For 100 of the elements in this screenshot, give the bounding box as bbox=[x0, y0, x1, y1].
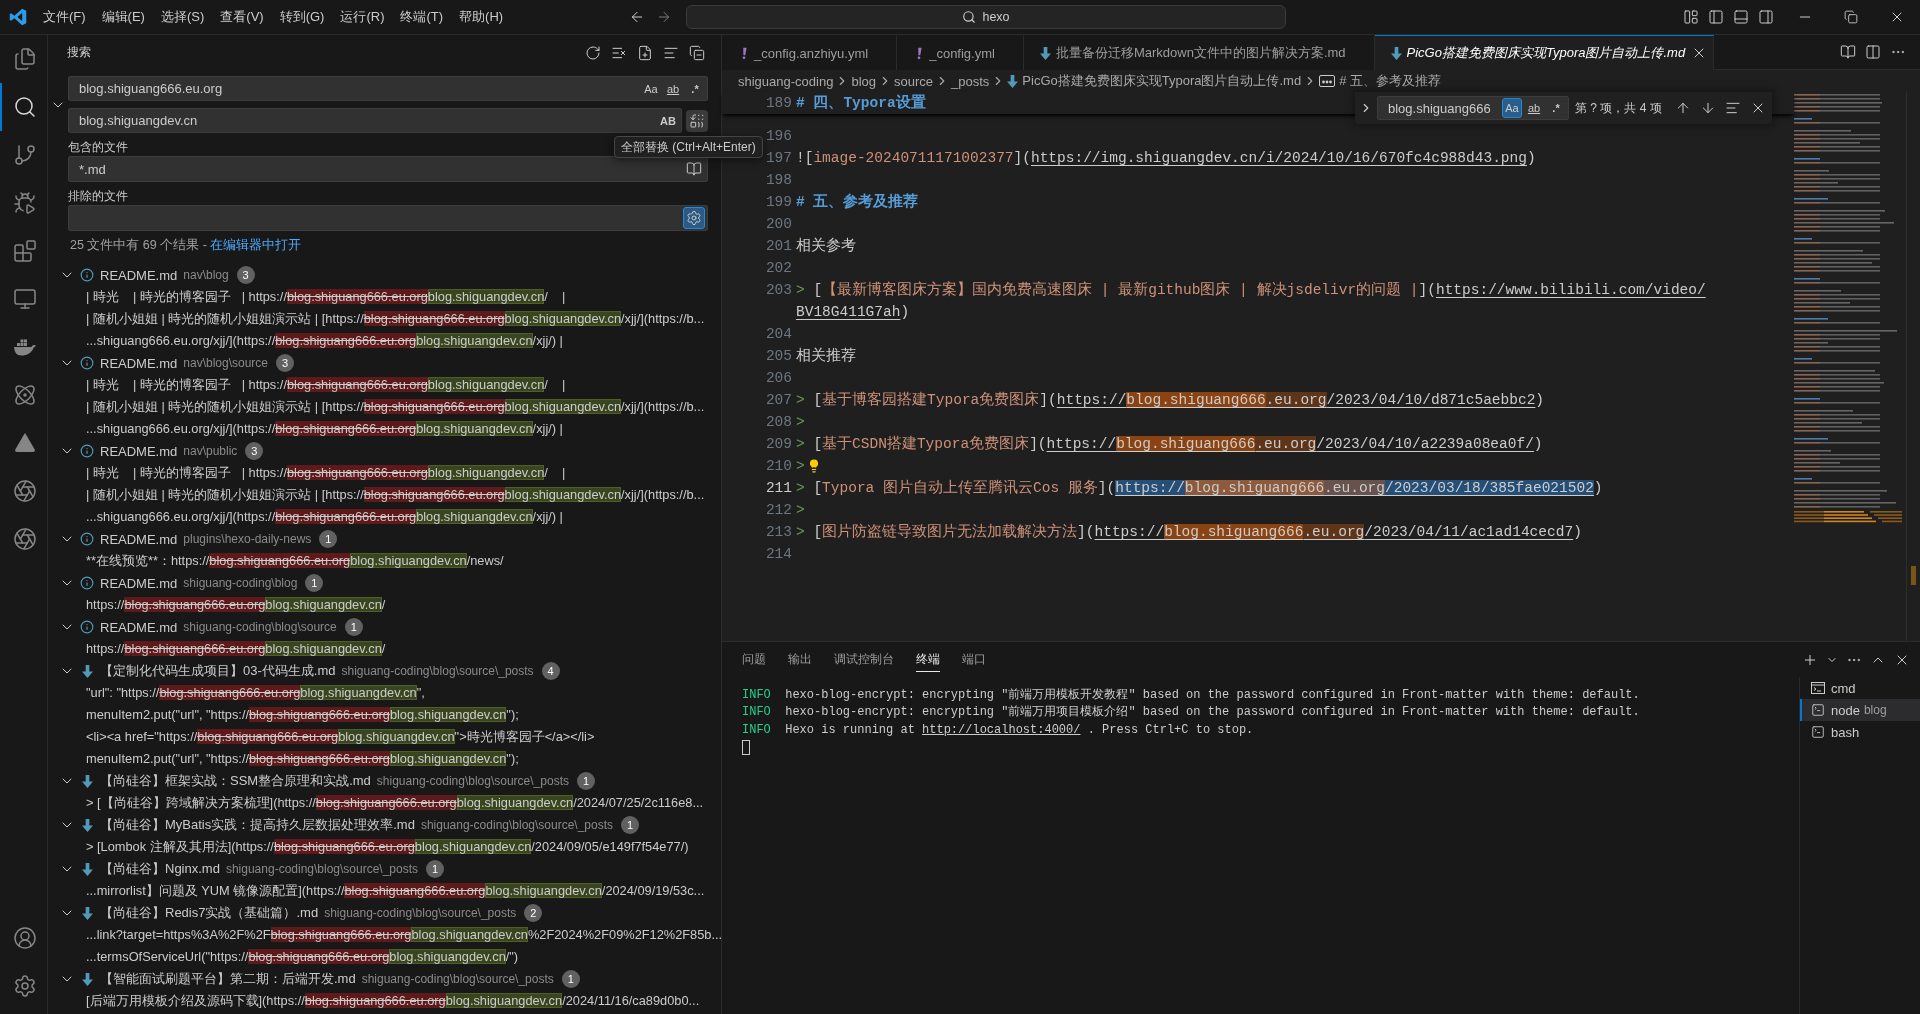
match-line[interactable]: https://blog.shiguang666.eu.orgblog.shiguangdev.cn/ bbox=[48, 594, 721, 616]
lines-icon[interactable] bbox=[1725, 100, 1741, 116]
match-line[interactable]: | 随机小姐姐 | 時光的随机小姐姐演示站 | [https://blog.shiguang666.eu.orgblog.shiguangdev.cn/xjj/](https://b... bbox=[48, 396, 721, 418]
search-field[interactable]: blog.shiguang666.eu.org Aa ab .* bbox=[68, 76, 708, 101]
match-line[interactable]: ...shiguang666.eu.org/xjj/](https://blog.shiguang666.eu.orgblog.shiguangdev.cn/xjj/) | bbox=[48, 418, 721, 440]
match-line[interactable]: [后端万用模板介绍及源码下载](https://blog.shiguang666.eu.orgblog.shiguangdev.cn/2024/11/16/ca89d0b0... bbox=[48, 990, 721, 1012]
match-line[interactable]: https://blog.shiguang666.eu.orgblog.shiguangdev.cn/ bbox=[48, 638, 721, 660]
panel-tab[interactable]: 输出 bbox=[788, 647, 812, 672]
file-name[interactable]: 【尚硅谷】Redis7实战（基础篇）.md bbox=[100, 904, 319, 922]
file-name[interactable]: 【尚硅谷】MyBatis实践：提高持久层数据处理效率.md bbox=[100, 816, 415, 834]
open-in-editor-link[interactable]: 在编辑器中打开 bbox=[210, 238, 302, 252]
match-line[interactable]: > [【尚硅谷】跨域解决方案梳理](https://blog.shiguang666.eu.orgblog.shiguangdev.cn/2024/07/25/2c116e8... bbox=[48, 792, 721, 814]
replace-input[interactable]: blog.shiguangdev.cn bbox=[79, 111, 656, 130]
exclude-field[interactable] bbox=[68, 205, 708, 231]
match-line[interactable]: | 時光 | 時光的博客园子 | https://blog.shiguang666.eu.orgblog.shiguangdev.cn/ | bbox=[48, 286, 721, 308]
panel-tab[interactable]: 调试控制台 bbox=[834, 647, 894, 672]
panel-tab[interactable]: 终端 bbox=[916, 647, 940, 672]
menu-item[interactable]: 终端(T) bbox=[392, 5, 452, 29]
file-name[interactable]: 【尚硅谷】Nginx.md bbox=[100, 860, 220, 878]
breadcrumb-item[interactable]: # 五、参考及推荐 bbox=[1319, 72, 1441, 90]
breadcrumb-item[interactable]: blog bbox=[851, 73, 876, 89]
panel-bottom-icon[interactable] bbox=[1732, 9, 1749, 25]
line-number: 204 bbox=[765, 325, 792, 344]
regex-toggle[interactable]: .* bbox=[685, 78, 705, 99]
menu-item[interactable]: 文件(F) bbox=[35, 5, 94, 29]
match-case-toggle[interactable]: Aa bbox=[1502, 98, 1522, 118]
match-line[interactable]: "url": "https://blog.shiguang666.eu.orgblog.shiguangdev.cn", bbox=[48, 682, 721, 704]
terminal-line: INFO hexo-blog-encrypt: encrypting "前端万用模板开发教程" based on the password configured in Front-matter with theme: default. bbox=[742, 687, 1641, 704]
file-name[interactable]: README.md bbox=[100, 267, 178, 283]
line-number: 199 bbox=[765, 193, 792, 212]
restore-icon[interactable] bbox=[1844, 10, 1858, 24]
breadcrumb-item[interactable]: shiguang-coding bbox=[738, 73, 834, 89]
preserve-case-toggle[interactable]: AB bbox=[657, 110, 679, 131]
match-line[interactable]: | 時光 | 時光的博客园子 | https://blog.shiguang666.eu.orgblog.shiguangdev.cn/ | bbox=[48, 462, 721, 484]
menu-item[interactable]: 查看(V) bbox=[212, 5, 272, 29]
file-name[interactable]: README.md bbox=[100, 355, 178, 371]
panel-tab[interactable]: 问题 bbox=[742, 647, 766, 672]
file-name[interactable]: 【尚硅谷】框架实战：SSM整合原理和实战.md bbox=[100, 772, 371, 790]
results-summary: 25 文件中有 69 个结果 - 在编辑器中打开 bbox=[69, 237, 303, 254]
split-editor-icon[interactable] bbox=[1865, 44, 1881, 60]
line-number: 208 bbox=[765, 413, 792, 432]
match-line[interactable]: | 随机小姐姐 | 時光的随机小姐姐演示站 | [https://blog.shiguang666.eu.orgblog.shiguangdev.cn/xjj/](https://b... bbox=[48, 308, 721, 330]
file-name[interactable]: 【智能面试刷题平台】第二期：后端开发.md bbox=[100, 970, 356, 988]
regex-toggle[interactable]: .* bbox=[1546, 98, 1566, 118]
match-line[interactable]: > [Lombok 注解及其用法](https://blog.shiguang666.eu.orgblog.shiguangdev.cn/2024/09/05/e149f7f54e77/) bbox=[48, 836, 721, 858]
menu-item[interactable]: 运行(R) bbox=[332, 5, 393, 29]
match-line[interactable]: menuItem2.put("url", "https://blog.shiguang666.eu.orgblog.shiguangdev.cn"); bbox=[48, 704, 721, 726]
match-line[interactable]: <li><a href="https://blog.shiguang666.eu.orgblog.shiguangdev.cn">時光博客园子</a></li> bbox=[48, 726, 721, 748]
find-input[interactable]: blog.shiguang666 bbox=[1388, 99, 1500, 117]
menu-item[interactable]: 编辑(E) bbox=[93, 5, 153, 29]
whole-word-toggle[interactable]: ab bbox=[1524, 98, 1544, 118]
file-name[interactable]: README.md bbox=[100, 619, 178, 635]
panel-right-icon[interactable] bbox=[1757, 9, 1774, 25]
match-line[interactable]: | 随机小姐姐 | 時光的随机小姐姐演示站 | [https://blog.shiguang666.eu.orgblog.shiguangdev.cn/xjj/](https://b... bbox=[48, 484, 721, 506]
include-input[interactable]: *.md bbox=[79, 160, 681, 178]
match-line[interactable]: **在线预览**：https://blog.shiguang666.eu.orgblog.shiguangdev.cn/news/ bbox=[48, 550, 721, 572]
match-line[interactable]: menuItem2.put("url", "https://blog.shiguang666.eu.orgblog.shiguangdev.cn"); bbox=[48, 748, 721, 770]
file-name[interactable]: 【定制化代码生成项目】03-代码生成.md bbox=[100, 662, 336, 680]
match-line[interactable]: ...mirrorlist】问题及 YUM 镜像源配置](https://blog.shiguang666.eu.orgblog.shiguangdev.cn/2024/09/19/53c... bbox=[48, 880, 721, 902]
editor-tab[interactable]: PicGo搭建免费图床实现Typora图片自动上传.md bbox=[1374, 35, 1715, 70]
file-name[interactable]: README.md bbox=[100, 575, 178, 591]
layout-icon[interactable] bbox=[1682, 9, 1699, 25]
count-badge: 1 bbox=[319, 530, 338, 548]
include-field[interactable]: *.md bbox=[68, 156, 708, 182]
exclude-settings-toggle[interactable] bbox=[683, 207, 705, 229]
terminal-session[interactable]: bash bbox=[1800, 721, 1920, 743]
terminal-session[interactable]: cmd bbox=[1800, 677, 1920, 699]
menu-item[interactable]: 帮助(H) bbox=[451, 5, 512, 29]
find-field[interactable]: blog.shiguang666 Aa ab .* bbox=[1377, 96, 1569, 120]
whole-word-toggle[interactable]: ab bbox=[663, 78, 683, 99]
editor-tab[interactable]: 批量备份迁移Markdown文件中的图片解决方案.md bbox=[1023, 35, 1375, 70]
copy-minus-icon[interactable] bbox=[689, 44, 705, 61]
file-name[interactable]: README.md bbox=[100, 531, 178, 547]
file-path: shiguang-coding\blog bbox=[183, 576, 298, 590]
book-icon[interactable] bbox=[1840, 44, 1856, 60]
terminal-session[interactable]: node blog bbox=[1800, 699, 1920, 721]
editor-tab[interactable]: _config.anzhiyu.yml bbox=[722, 35, 898, 70]
match-line[interactable]: ...link?target=https%3A%2F%2Fblog.shiguang666.eu.orgblog.shiguangdev.cn%2F2024%2F09%2F12%2F85b... bbox=[48, 924, 721, 946]
panel-tab[interactable]: 端口 bbox=[962, 647, 986, 672]
breadcrumb-item[interactable]: _posts bbox=[951, 73, 990, 89]
search-input[interactable]: blog.shiguang666.eu.org bbox=[79, 79, 639, 98]
menu-item[interactable]: 转到(G) bbox=[271, 5, 333, 29]
breadcrumb-item[interactable]: source bbox=[894, 73, 933, 89]
replace-field[interactable]: blog.shiguangdev.cn AB bbox=[68, 108, 682, 133]
match-line[interactable]: | 時光 | 時光的博客园子 | https://blog.shiguang666.eu.orgblog.shiguangdev.cn/ | bbox=[48, 374, 721, 396]
command-center[interactable]: hexo bbox=[686, 5, 1286, 29]
match-count: 第 ? 项，共 4 项 bbox=[1575, 99, 1662, 117]
editor-tab[interactable]: _config.yml bbox=[897, 35, 1024, 70]
match-case-toggle[interactable]: Aa bbox=[641, 78, 661, 99]
file-name[interactable]: README.md bbox=[100, 443, 178, 459]
file-plus-icon[interactable] bbox=[637, 44, 653, 61]
replace-all-button[interactable] bbox=[686, 109, 708, 132]
match-line[interactable]: ...shiguang666.eu.org/xjj/](https://blog.shiguang666.eu.orgblog.shiguangdev.cn/xjj/) | bbox=[48, 330, 721, 352]
refresh-icon[interactable] bbox=[585, 44, 601, 61]
breadcrumb-item[interactable]: PicGo搭建免费图床实现Typora图片自动上传.md bbox=[1007, 72, 1302, 90]
terminal-link[interactable]: http://localhost:4000/ bbox=[922, 722, 1081, 737]
menu-item[interactable]: 选择(S) bbox=[152, 5, 213, 29]
match-line[interactable]: ...shiguang666.eu.org/xjj/](https://blog.shiguang666.eu.orgblog.shiguangdev.cn/xjj/) | bbox=[48, 506, 721, 528]
panel-left-icon[interactable] bbox=[1707, 9, 1724, 25]
match-line[interactable]: ...termsOfServiceUrl("https://blog.shiguang666.eu.orgblog.shiguangdev.cn/") bbox=[48, 946, 721, 968]
